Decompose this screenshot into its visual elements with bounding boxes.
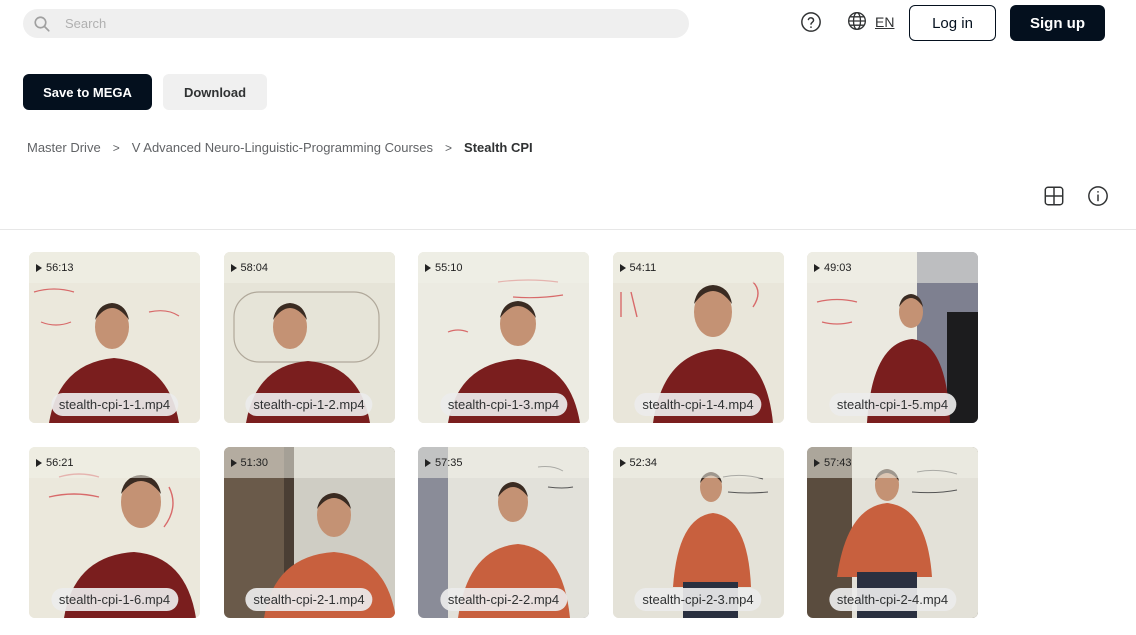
play-icon [814,263,820,272]
duration-badge: 57:35 [418,447,589,478]
file-name: stealth-cpi-2-4.mp4 [828,588,957,611]
file-name: stealth-cpi-1-3.mp4 [439,393,568,416]
save-to-mega-button[interactable]: Save to MEGA [23,74,152,110]
globe-icon [848,12,866,30]
video-thumbnail[interactable]: 52:34 stealth-cpi-2-3.mp4 [612,447,784,618]
duration-badge: 56:21 [29,447,200,478]
login-button[interactable]: Log in [909,5,996,41]
video-thumbnail[interactable]: 58:04 stealth-cpi-1-2.mp4 [223,252,395,423]
duration-badge: 55:10 [418,252,589,283]
duration-badge: 51:30 [223,447,395,478]
help-icon[interactable] [800,11,822,33]
play-icon [230,458,237,467]
chevron-right-icon: > [112,140,120,155]
video-thumbnail[interactable]: 57:43 stealth-cpi-2-4.mp4 [807,447,978,618]
file-name: stealth-cpi-1-4.mp4 [634,393,762,416]
duration-badge: 56:13 [29,252,200,283]
search-bar[interactable] [23,9,689,38]
file-name: stealth-cpi-1-5.mp4 [828,393,957,416]
play-icon [36,263,42,272]
video-thumbnail[interactable]: 56:21 stealth-cpi-1-6.mp4 [29,447,200,618]
breadcrumb-item-current: Stealth CPI [464,140,533,155]
video-thumbnail[interactable]: 55:10 stealth-cpi-1-3.mp4 [418,252,589,423]
info-icon[interactable] [1087,185,1109,207]
duration-badge: 54:11 [612,252,784,283]
search-input[interactable] [65,16,625,31]
search-icon [34,15,50,32]
video-thumbnail[interactable]: 56:13 stealth-cpi-1-1.mp4 [29,252,200,423]
video-thumbnail[interactable]: 54:11 stealth-cpi-1-4.mp4 [612,252,784,423]
file-name: stealth-cpi-2-1.mp4 [245,588,373,611]
play-icon [425,458,431,467]
video-thumbnail[interactable]: 57:35 stealth-cpi-2-2.mp4 [418,447,589,618]
play-icon [230,263,237,272]
play-icon [619,263,626,272]
duration-badge: 49:03 [807,252,978,283]
file-name: stealth-cpi-1-2.mp4 [245,393,373,416]
play-icon [619,458,626,467]
download-button[interactable]: Download [163,74,267,110]
file-name: stealth-cpi-1-6.mp4 [50,588,179,611]
duration-badge: 52:34 [612,447,784,478]
grid-view-icon[interactable] [1043,185,1065,207]
play-icon [425,263,431,272]
video-thumbnail[interactable]: 49:03 stealth-cpi-1-5.mp4 [807,252,978,423]
duration-badge: 58:04 [223,252,395,283]
file-grid: 56:13 stealth-cpi-1-1.mp4 58:04 stealth-… [29,252,978,618]
duration-badge: 57:43 [807,447,978,478]
chevron-right-icon: > [445,140,453,155]
breadcrumb-item-master-drive[interactable]: Master Drive [27,140,101,155]
breadcrumb: Master Drive > V Advanced Neuro-Linguist… [27,140,533,155]
language-link[interactable]: EN [875,14,894,30]
breadcrumb-item-nlp-courses[interactable]: V Advanced Neuro-Linguistic-Programming … [132,140,433,155]
file-name: stealth-cpi-2-2.mp4 [439,588,568,611]
file-name: stealth-cpi-2-3.mp4 [634,588,762,611]
play-icon [36,458,42,467]
video-thumbnail[interactable]: 51:30 stealth-cpi-2-1.mp4 [223,447,395,618]
play-icon [814,458,820,467]
divider [0,229,1136,230]
file-name: stealth-cpi-1-1.mp4 [50,393,179,416]
signup-button[interactable]: Sign up [1010,5,1105,41]
